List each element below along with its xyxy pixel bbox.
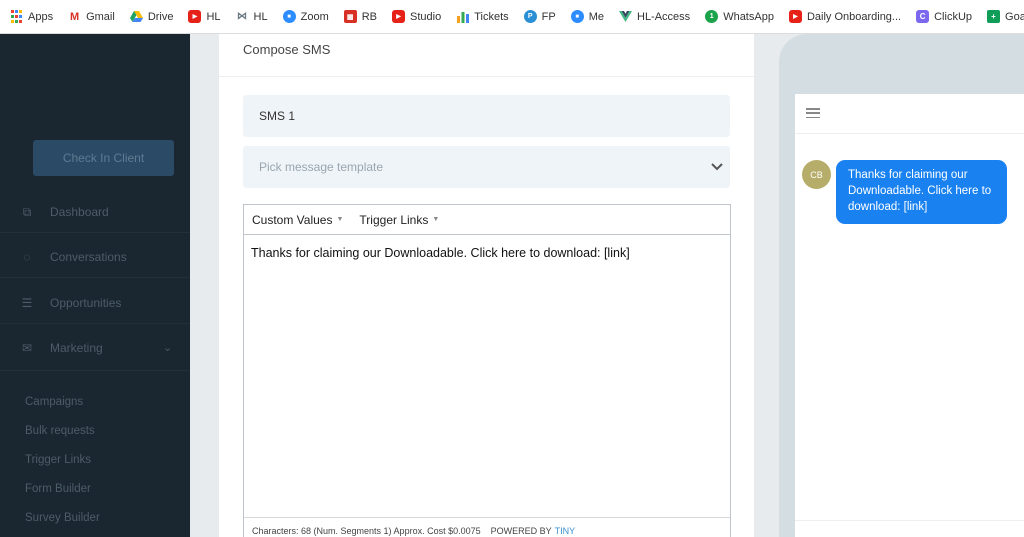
sidebar-item-label: Conversations	[50, 250, 127, 264]
zoom-icon: ■	[570, 10, 584, 23]
sidebar: Check In Client ⧉ Dashboard ◌ Conversati…	[0, 34, 190, 537]
nav-divider	[0, 232, 190, 233]
sidebar-subitem-survey-builder[interactable]: Survey Builder	[25, 512, 100, 524]
message-textarea[interactable]: Thanks for claiming our Downloadable. Cl…	[251, 246, 630, 260]
hamburger-menu-icon[interactable]	[806, 108, 820, 118]
bookmark-zoom[interactable]: ■ Zoom	[282, 10, 329, 23]
bookmark-hl[interactable]: ▶ HL	[188, 10, 221, 23]
bookmark-label: Zoom	[300, 10, 329, 23]
wireframe-icon: ⋈	[237, 11, 248, 22]
clickup-icon: C	[916, 10, 930, 23]
drive-icon	[129, 10, 143, 23]
bookmark-label: ClickUp	[934, 10, 973, 23]
bookmark-daily-onboarding[interactable]: ▶ Daily Onboarding...	[788, 10, 902, 23]
sidebar-item-dashboard[interactable]: ⧉ Dashboard	[20, 204, 109, 220]
chevron-down-icon[interactable]: ⌄	[163, 341, 172, 354]
youtube-icon: ▶	[788, 10, 802, 23]
bookmark-label: RB	[361, 10, 378, 23]
bookmark-label: Apps	[28, 10, 54, 23]
powered-by-label: POWERED BY	[490, 525, 552, 536]
template-placeholder: Pick message template	[259, 160, 384, 174]
trigger-links-menu[interactable]: Trigger Links ▼	[359, 213, 439, 227]
sidebar-subitem-campaigns[interactable]: Campaigns	[25, 396, 83, 408]
menu-label: Custom Values	[252, 212, 333, 227]
youtube-icon: ▶	[188, 10, 202, 23]
custom-values-menu[interactable]: Custom Values ▼	[252, 213, 343, 227]
bookmarks-bar: Apps M Gmail Drive ▶ HL ⋈ HL ■ Zoom ▦ RB…	[0, 0, 1024, 34]
editor-status-bar: Characters: 68 (Num. Segments 1) Approx.…	[244, 517, 730, 537]
bookmark-hl-access[interactable]: HL-Access	[619, 10, 690, 23]
character-count: Characters: 68 (Num. Segments 1) Approx.…	[252, 525, 481, 536]
avatar: CB	[802, 160, 831, 189]
nav-divider	[0, 323, 190, 324]
bookmark-apps[interactable]: Apps	[10, 10, 53, 23]
sidebar-item-label: Opportunities	[50, 296, 122, 310]
bookmark-studio[interactable]: ▶ Studio	[392, 10, 441, 23]
bookmark-tickets[interactable]: Tickets	[456, 10, 509, 23]
whatsapp-icon: 1	[705, 10, 719, 23]
youtube-icon: ▶	[392, 10, 406, 23]
chevron-down-icon	[711, 158, 723, 174]
message-template-select[interactable]: Pick message template	[243, 146, 730, 188]
sidebar-item-label: Dashboard	[50, 205, 109, 219]
sms-name-input[interactable]: SMS 1	[243, 95, 730, 137]
opportunities-icon: ☰	[21, 296, 33, 310]
compose-panel: Compose SMS SMS 1 Pick message template …	[219, 34, 754, 537]
bookmark-goals[interactable]: + Goals	[987, 10, 1024, 23]
bookmark-rb[interactable]: ▦ RB	[343, 10, 378, 23]
message-editor: Custom Values ▼ Trigger Links ▼ Thanks f…	[243, 204, 731, 537]
bookmark-label: Goals	[1005, 10, 1024, 23]
sidebar-subitem-bulk-requests[interactable]: Bulk requests	[25, 425, 95, 437]
caret-down-icon: ▼	[336, 216, 344, 223]
bookmark-label: FP	[541, 10, 556, 23]
phone-preview-screen: CB Thanks for claiming our Downloadable.…	[795, 94, 1024, 537]
sidebar-item-marketing[interactable]: ✉ Marketing	[20, 341, 103, 355]
bookmark-fp[interactable]: P FP	[523, 10, 556, 23]
chart-bars-icon	[456, 10, 469, 23]
gmail-icon: M	[69, 10, 80, 23]
sidebar-subitem-form-builder[interactable]: Form Builder	[25, 483, 91, 495]
bookmark-me[interactable]: ■ Me	[570, 10, 604, 23]
nav-divider	[0, 277, 190, 278]
message-bubble: Thanks for claiming our Downloadable. Cl…	[836, 160, 1007, 224]
mail-icon: ✉	[21, 341, 33, 355]
sidebar-subitem-trigger-links[interactable]: Trigger Links	[25, 454, 91, 466]
bookmark-label: Me	[588, 10, 604, 23]
bookmark-label: WhatsApp	[723, 10, 774, 23]
tiny-link[interactable]: TINY	[555, 526, 576, 536]
bookmark-label: Drive	[147, 10, 174, 23]
bookmark-whatsapp[interactable]: 1 WhatsApp	[705, 10, 774, 23]
phone-footer-divider	[795, 520, 1024, 521]
bookmark-clickup[interactable]: C ClickUp	[916, 10, 972, 23]
dashboard-icon: ⧉	[22, 204, 32, 219]
sidebar-item-label: Marketing	[50, 341, 103, 355]
sidebar-item-opportunities[interactable]: ☰ Opportunities	[20, 296, 122, 310]
header-divider	[219, 76, 754, 77]
vue-icon	[619, 10, 632, 23]
sidebar-item-conversations[interactable]: ◌ Conversations	[20, 250, 127, 264]
building-icon: ▦	[343, 10, 357, 23]
bookmark-label: HL	[253, 10, 268, 23]
check-in-client-button[interactable]: Check In Client	[33, 140, 174, 176]
chat-icon: ◌	[23, 250, 31, 264]
caret-down-icon: ▼	[432, 216, 440, 223]
bookmark-label: Studio	[410, 10, 442, 23]
bookmark-label: Daily Onboarding...	[806, 10, 902, 23]
bookmark-label: HL	[206, 10, 221, 23]
sheets-icon: +	[987, 10, 1001, 23]
bookmark-drive[interactable]: Drive	[129, 10, 174, 23]
bookmark-label: Tickets	[474, 10, 509, 23]
bookmark-label: Gmail	[86, 10, 115, 23]
bookmark-hl-2[interactable]: ⋈ HL	[236, 10, 268, 23]
bookmark-gmail[interactable]: M Gmail	[68, 10, 115, 23]
phone-header	[795, 94, 1024, 134]
page-title: Compose SMS	[243, 42, 331, 57]
menu-label: Trigger Links	[359, 212, 429, 227]
editor-toolbar: Custom Values ▼ Trigger Links ▼	[244, 205, 730, 235]
fp-icon: P	[523, 10, 537, 23]
zoom-icon: ■	[282, 10, 296, 23]
apps-grid-icon	[10, 10, 23, 23]
nav-divider	[0, 370, 190, 371]
bookmark-label: HL-Access	[637, 10, 691, 23]
